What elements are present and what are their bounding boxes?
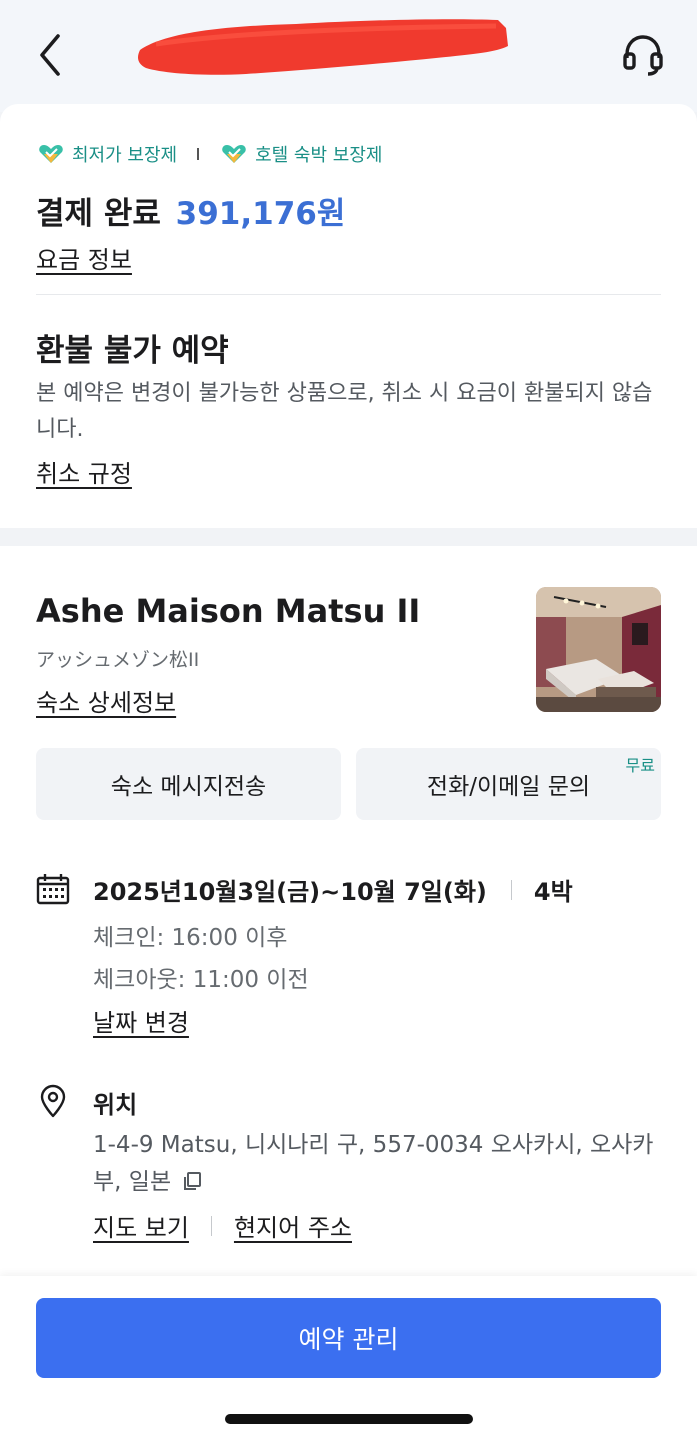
hotel-stay-guarantee[interactable]: 호텔 숙박 보장제 — [221, 141, 382, 167]
fare-info-link[interactable]: 요금 정보 — [36, 240, 132, 275]
back-button[interactable] — [30, 30, 74, 80]
calendar-icon — [36, 874, 70, 905]
stay-nights: 4박 — [533, 878, 573, 906]
hotel-address: 1-4-9 Matsu, 니시나리 구, 557-0034 오사카시, 오사카 … — [93, 1127, 668, 1201]
badge-divider — [197, 148, 200, 160]
redacted-title — [138, 19, 508, 75]
payment-status: 결제 완료 391,176원 — [36, 188, 345, 233]
contact-property-label: 전화/이메일 문의 — [426, 774, 591, 800]
lowest-price-guarantee-label: 최저가 보장제 — [72, 145, 178, 166]
contact-property-button[interactable]: 전화/이메일 문의 무료 — [356, 748, 661, 820]
manage-booking-label: 예약 관리 — [298, 1325, 399, 1354]
support-button[interactable] — [618, 30, 668, 80]
refund-title: 환불 불가 예약 — [36, 333, 229, 369]
location-links: 지도 보기 현지어 주소 — [93, 1208, 352, 1243]
hotel-name: Ashe Maison Matsu II — [36, 592, 421, 630]
change-dates-link[interactable]: 날짜 변경 — [93, 1003, 189, 1038]
home-indicator — [225, 1414, 473, 1424]
hotel-native-name: アッシュメゾン松II — [36, 649, 200, 671]
manage-booking-button[interactable]: 예약 관리 — [36, 1298, 661, 1378]
stay-dates: 2025년10월3일(금)~10월 7일(화) 4박 — [93, 872, 573, 907]
headset-icon — [623, 35, 663, 76]
view-map-link[interactable]: 지도 보기 — [93, 1208, 189, 1243]
checkout-time: 체크아웃: 11:00 이전 — [93, 967, 309, 993]
hotel-stay-guarantee-label: 호텔 숙박 보장제 — [255, 145, 383, 166]
chevron-left-icon — [40, 34, 60, 76]
checkin-time: 체크인: 16:00 이후 — [93, 925, 288, 951]
heart-badge-icon — [222, 145, 246, 163]
copy-icon[interactable] — [182, 1171, 202, 1191]
lowest-price-guarantee[interactable]: 최저가 보장제 — [38, 141, 177, 167]
heart-badge-icon — [39, 145, 63, 163]
hotel-detail-link[interactable]: 숙소 상세정보 — [36, 683, 176, 718]
stay-date-range: 2025년10월3일(금)~10월 7일(화) — [93, 878, 487, 906]
message-property-label: 숙소 메시지전송 — [110, 774, 267, 800]
payment-status-label: 결제 완료 — [36, 196, 161, 232]
free-badge: 무료 — [625, 756, 655, 775]
cancellation-policy-link[interactable]: 취소 규정 — [36, 454, 132, 489]
hotel-photo[interactable] — [536, 587, 661, 712]
location-title: 위치 — [93, 1091, 138, 1119]
refund-description: 본 예약은 변경이 불가능한 상품으로, 취소 시 요금이 환불되지 않습니다. — [36, 381, 653, 442]
guarantee-badges: 최저가 보장제 호텔 숙박 보장제 — [38, 140, 382, 168]
date-divider — [510, 879, 512, 900]
payment-amount: 391,176원 — [175, 196, 346, 232]
local-address-link[interactable]: 현지어 주소 — [234, 1208, 352, 1243]
hotel-room-image — [536, 587, 661, 712]
message-property-button[interactable]: 숙소 메시지전송 — [36, 748, 341, 820]
location-pin-icon — [40, 1084, 66, 1118]
link-divider — [210, 1215, 212, 1236]
section-divider — [36, 294, 661, 295]
hotel-address-text: 1-4-9 Matsu, 니시나리 구, 557-0034 오사카시, 오사카 … — [93, 1132, 654, 1195]
